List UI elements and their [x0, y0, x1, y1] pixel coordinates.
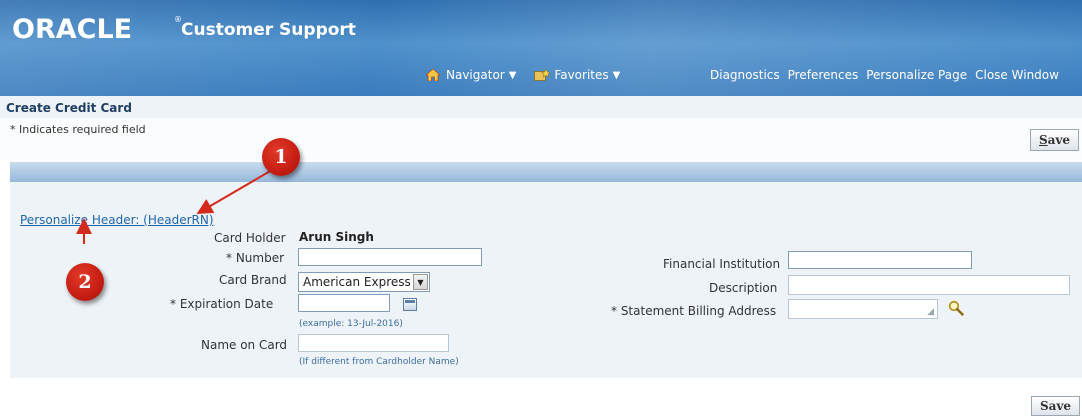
arrow-1: [196, 169, 273, 215]
callout-badge-2: 2: [66, 263, 104, 301]
callout-badge-1: 1: [262, 138, 300, 176]
annotation-arrows: [76, 169, 273, 244]
